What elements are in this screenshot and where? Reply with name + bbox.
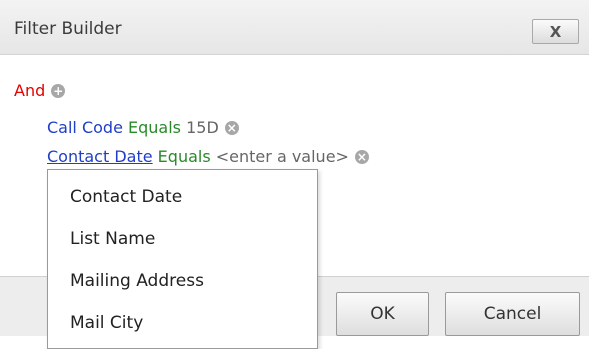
dropdown-item-mailing-address[interactable]: Mailing Address: [70, 271, 204, 291]
condition-field-link[interactable]: Call Code: [47, 118, 123, 137]
x-circle-icon[interactable]: ×: [354, 149, 369, 164]
plus-circle-icon[interactable]: +: [51, 83, 66, 98]
close-button[interactable]: X: [532, 19, 579, 44]
condition-operator-link[interactable]: Equals: [128, 118, 181, 137]
title-bar: Filter Builder X: [0, 0, 589, 55]
close-icon: X: [549, 22, 562, 41]
dropdown-item-contact-date[interactable]: Contact Date: [70, 187, 182, 207]
condition-row: Contact Date Equals <enter a value> ×: [47, 147, 369, 166]
condition-operator-link[interactable]: Equals: [158, 147, 211, 166]
dropdown-item-mail-city[interactable]: Mail City: [70, 313, 143, 333]
condition-value-link[interactable]: <enter a value>: [216, 147, 349, 166]
x-circle-icon[interactable]: ×: [224, 120, 239, 135]
group-row: And +: [14, 81, 66, 100]
cancel-button[interactable]: Cancel: [445, 292, 580, 336]
condition-value-link[interactable]: 15D: [186, 118, 219, 137]
dialog-title: Filter Builder: [14, 19, 122, 39]
condition-row: Call Code Equals 15D ×: [47, 118, 239, 137]
field-dropdown-list: Contact Date List Name Mailing Address M…: [47, 169, 318, 349]
dropdown-item-list-name[interactable]: List Name: [70, 229, 155, 249]
condition-field-link[interactable]: Contact Date: [47, 147, 153, 166]
filter-builder-dialog: Filter Builder X And + Call Code Equals …: [0, 0, 589, 349]
ok-button[interactable]: OK: [336, 292, 429, 336]
group-operator-link[interactable]: And: [14, 81, 45, 100]
